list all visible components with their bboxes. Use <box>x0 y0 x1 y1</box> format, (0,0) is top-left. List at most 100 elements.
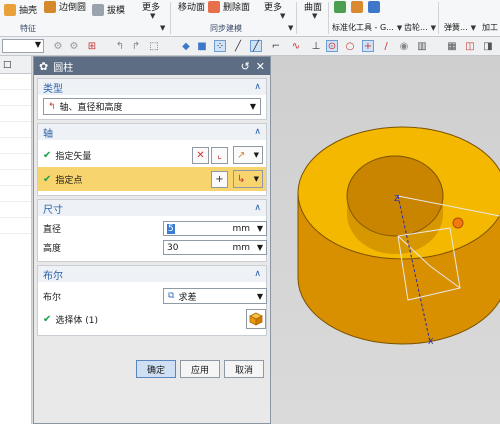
list-item[interactable] <box>0 74 31 90</box>
solid-icon[interactable]: ◆ <box>180 40 192 52</box>
midpoint-icon[interactable]: ⌐ <box>270 40 282 52</box>
chevron-up-icon: ∧ <box>254 82 261 92</box>
grid-icon[interactable]: ▥ <box>416 40 428 52</box>
height-input[interactable]: 30 mm ▼ <box>163 240 267 255</box>
rotate-icon[interactable]: ↰ <box>114 40 126 52</box>
standard-tools-icons <box>334 1 380 13</box>
chevron-down-icon: ▼ <box>34 40 41 49</box>
gear-button[interactable]: 齿轮... ▼ <box>404 22 436 33</box>
selection-filter-select[interactable]: ▼ <box>2 39 44 53</box>
axis-section-header[interactable]: 轴 ∧ <box>38 124 266 140</box>
chevron-down-icon: ▼ <box>253 151 259 159</box>
diameter-unit: mm <box>232 223 250 234</box>
more-sync-chevron-icon[interactable]: ▼ <box>280 12 285 20</box>
list-item[interactable] <box>0 90 31 106</box>
type-section-header[interactable]: 类型 ∧ <box>38 79 266 95</box>
standard-tool-icon[interactable] <box>351 1 363 13</box>
view-icon[interactable]: ◫ <box>464 40 476 52</box>
intersection-icon[interactable]: ⊥ <box>310 40 322 52</box>
ribbon-separator <box>296 2 297 34</box>
edge-blend-button[interactable]: 边倒圆 <box>44 0 86 13</box>
standard-tool-icon[interactable] <box>368 1 380 13</box>
vector-select[interactable]: ↗ ▼ <box>233 146 263 164</box>
snap-point-icon[interactable]: ⁘ <box>214 40 226 52</box>
feature-group-chevron-icon[interactable]: ▼ <box>160 24 165 32</box>
body-select-cube-icon[interactable] <box>246 309 266 329</box>
line-point-icon[interactable]: / <box>380 40 392 52</box>
chevron-down-icon[interactable]: ▼ <box>257 243 263 252</box>
endpoint-icon[interactable]: ╱ <box>250 40 262 52</box>
chevron-down-icon[interactable]: ▼ <box>257 224 263 233</box>
cube-icon <box>249 312 263 326</box>
point-constructor-icon[interactable]: + <box>211 170 228 188</box>
cancel-button[interactable]: 取消 <box>224 360 264 378</box>
box-select-icon[interactable]: ⬚ <box>148 40 160 52</box>
list-item[interactable] <box>0 122 31 138</box>
chevron-down-icon: ▼ <box>256 291 263 301</box>
point-select[interactable]: ↳ ▼ <box>233 170 263 188</box>
dialog-titlebar: ✿ 圆柱 ↺ ✕ <box>34 57 270 75</box>
draft-button[interactable]: 拔模 <box>92 3 125 16</box>
draft-icon <box>92 3 104 16</box>
view-icon[interactable]: ▦ <box>446 40 458 52</box>
chevron-up-icon: ∧ <box>254 203 261 213</box>
list-item[interactable] <box>0 186 31 202</box>
spring-button[interactable]: 弹簧... ▼ <box>444 22 476 33</box>
list-item[interactable] <box>0 106 31 122</box>
axis-section: 轴 ∧ ✔ 指定矢量 ✕ ⌞ ↗ ▼ ✔ 指定点 + ↳ ▼ <box>37 123 267 196</box>
sync-group-chevron-icon[interactable]: ▼ <box>288 24 293 32</box>
group-label-sync: 同步建模 <box>210 24 242 33</box>
crosshair-icon[interactable]: + <box>362 40 374 52</box>
apply-button[interactable]: 应用 <box>180 360 220 378</box>
dimensions-section: 尺寸 ∧ 直径 5 mm ▼ 高度 30 mm ▼ <box>37 199 267 262</box>
delete-face-button[interactable]: 删除面 <box>208 0 250 13</box>
reset-icon[interactable]: ↺ <box>241 60 250 73</box>
snap-icon[interactable]: ⚙ <box>52 40 64 52</box>
line-icon[interactable]: ╱ <box>232 40 244 52</box>
ok-button[interactable]: 确定 <box>136 360 176 378</box>
reverse-direction-icon[interactable]: ✕ <box>192 146 209 164</box>
shell-icon <box>4 3 16 16</box>
shell-button[interactable]: 抽壳 <box>4 3 37 16</box>
select-tool-icon[interactable]: ⊞ <box>86 40 98 52</box>
spring-chevron-icon: ▼ <box>470 23 477 32</box>
standard-parts-button[interactable]: 标准化工具 - G... ▼ <box>332 22 402 33</box>
curve-icon[interactable]: ∿ <box>290 40 302 52</box>
view-icon[interactable]: ◨ <box>482 40 494 52</box>
specify-point-row[interactable]: ✔ 指定点 + ↳ ▼ <box>38 167 266 191</box>
center-point-icon[interactable]: ⊙ <box>326 40 338 52</box>
dimensions-section-header[interactable]: 尺寸 ∧ <box>38 200 266 216</box>
list-item[interactable] <box>0 154 31 170</box>
cube-icon[interactable]: ■ <box>196 40 208 52</box>
list-item[interactable] <box>0 218 31 234</box>
standard-tool-icon[interactable] <box>334 1 346 13</box>
process-button[interactable]: 加工 <box>482 22 498 33</box>
select-body-row[interactable]: ✔ 选择体 (1) <box>43 307 266 331</box>
circle-icon[interactable]: ○ <box>344 40 356 52</box>
point-icon[interactable]: ◉ <box>398 40 410 52</box>
list-item[interactable] <box>0 138 31 154</box>
gear-chevron-icon: ▼ <box>430 23 437 32</box>
cylinder-part[interactable]: Z X <box>270 56 500 424</box>
ribbon-separator <box>438 2 439 34</box>
more-feature-chevron-icon[interactable]: ▼ <box>150 12 155 20</box>
rotate-icon[interactable]: ↱ <box>130 40 142 52</box>
standard-parts-chevron-icon: ▼ <box>396 23 403 32</box>
close-icon[interactable]: ✕ <box>256 60 265 73</box>
snap-icon[interactable]: ⚙ <box>68 40 80 52</box>
window-icon[interactable]: □ <box>3 60 12 70</box>
ribbon: 抽壳 边倒圆 拔模 更多 ▼ 移动面 删除面 更多 ▼ 曲面 ▼ 标准化工具 -… <box>0 0 500 37</box>
vector-constructor-icon[interactable]: ⌞ <box>211 146 228 164</box>
move-face-button[interactable]: 移动面 <box>178 0 205 13</box>
list-item[interactable] <box>0 202 31 218</box>
boolean-select[interactable]: ⧉ 求差 ▼ <box>163 288 267 304</box>
type-select[interactable]: ↰ 轴、直径和高度 ▼ <box>43 98 261 115</box>
subtract-icon: ⧉ <box>168 291 175 301</box>
boolean-section: 布尔 ∧ 布尔 ⧉ 求差 ▼ ✔ 选择体 (1) <box>37 265 267 336</box>
surface-chevron-icon[interactable]: ▼ <box>312 12 317 20</box>
specify-vector-row[interactable]: ✔ 指定矢量 ✕ ⌞ ↗ ▼ <box>43 143 263 167</box>
diameter-input[interactable]: 5 mm ▼ <box>163 221 267 236</box>
boolean-section-header[interactable]: 布尔 ∧ <box>38 266 266 282</box>
list-item[interactable] <box>0 170 31 186</box>
graphics-viewport[interactable]: Z X <box>270 56 500 424</box>
